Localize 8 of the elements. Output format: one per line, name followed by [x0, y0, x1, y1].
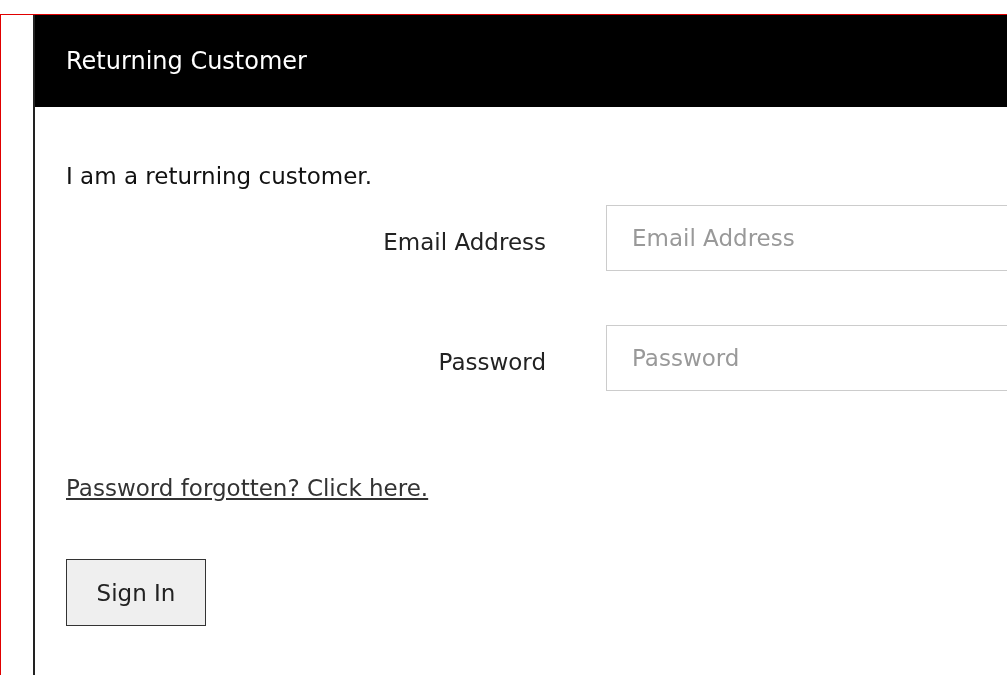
field-label: Password	[437, 349, 546, 375]
panel-title: Returning Customer	[66, 47, 307, 75]
forgot-password-link[interactable]: Password forgotten? Click here.	[66, 475, 429, 501]
input-field[interactable]: Password	[606, 325, 1007, 391]
intro-text: I am a returning customer.	[66, 163, 373, 189]
sign-in-button[interactable]: Sign In	[66, 559, 206, 626]
input-field[interactable]: Email Address	[606, 205, 1007, 271]
field-label: Email Address	[382, 229, 546, 255]
